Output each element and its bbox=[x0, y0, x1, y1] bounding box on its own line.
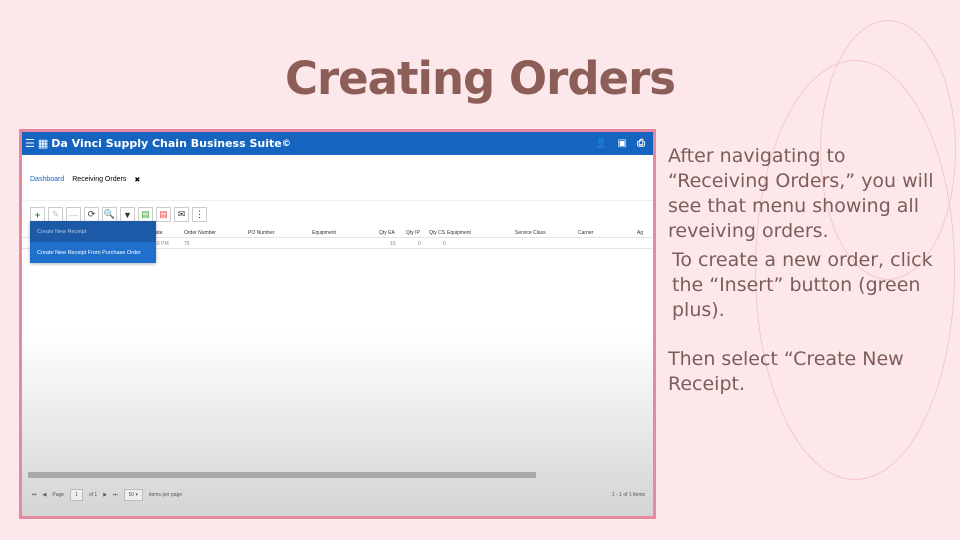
column-header[interactable]: Order Number bbox=[184, 230, 216, 236]
tab-dashboard[interactable]: Dashboard bbox=[30, 176, 64, 183]
print-icon[interactable]: ⎙ bbox=[637, 138, 645, 149]
column-header[interactable]: Qty EA bbox=[379, 230, 395, 236]
cell-qty-ea: 10 bbox=[390, 241, 396, 247]
user-icon[interactable]: 👤 bbox=[595, 138, 607, 149]
next-page-icon[interactable]: ▶ bbox=[103, 492, 107, 498]
prev-page-icon[interactable]: ◀ bbox=[43, 492, 47, 498]
instructions: After navigating to “Receiving Orders,” … bbox=[668, 144, 948, 397]
cell-order-number: 75 bbox=[184, 241, 190, 247]
insert-dropdown-menu: Create New Receipt Create New Receipt Fr… bbox=[30, 221, 156, 263]
slide-title: Creating Orders bbox=[284, 52, 676, 105]
instruction-1: After navigating to “Receiving Orders,” … bbox=[668, 145, 934, 242]
cell-qty-ip: 0 bbox=[418, 241, 421, 247]
copyright-mark: © bbox=[281, 138, 291, 149]
column-header[interactable]: Qty CS bbox=[429, 230, 445, 236]
horizontal-scrollbar[interactable] bbox=[28, 472, 647, 478]
first-page-icon[interactable]: ⏮ bbox=[32, 492, 37, 498]
per-page-label: items per page bbox=[149, 492, 183, 498]
delete-button[interactable]: — bbox=[66, 207, 81, 222]
more-button[interactable]: ⋮ bbox=[192, 207, 207, 222]
pager: ⏮ ◀ Page 1 of 1 ▶ ⏭ 50 ▾ items per page 1 … bbox=[32, 488, 645, 502]
menu-item-create-from-po[interactable]: Create New Receipt From Purchase Order bbox=[30, 242, 156, 263]
column-header[interactable]: PO Number bbox=[248, 230, 274, 236]
cell-qty-cs: 0 bbox=[443, 241, 446, 247]
instruction-2: To create a new order, click the “Insert… bbox=[672, 249, 933, 321]
app-title: Da Vinci Supply Chain Business Suite bbox=[51, 137, 282, 150]
last-page-icon[interactable]: ⏭ bbox=[113, 492, 118, 498]
building-icon[interactable]: ▣ bbox=[618, 138, 627, 149]
items-summary: 1 - 1 of 1 items bbox=[611, 492, 645, 498]
email-button[interactable]: ✉ bbox=[174, 207, 189, 222]
column-header[interactable]: Carrier bbox=[578, 230, 593, 236]
excel-export-button[interactable]: ▤ bbox=[138, 207, 153, 222]
page-input[interactable]: 1 bbox=[70, 489, 83, 501]
app-header: ☰ ▦ Da Vinci Supply Chain Business Suite… bbox=[22, 132, 653, 155]
filter-button[interactable]: ▼ bbox=[120, 207, 135, 222]
refresh-button[interactable]: ⟳ bbox=[84, 207, 99, 222]
grid-icon[interactable]: ▦ bbox=[38, 137, 48, 150]
column-header[interactable]: Ag bbox=[637, 230, 643, 236]
insert-button[interactable]: + bbox=[30, 207, 45, 222]
page-size-value: 50 bbox=[128, 492, 135, 498]
search-button[interactable]: 🔍 bbox=[102, 207, 117, 222]
page-count: of 1 bbox=[88, 492, 98, 498]
instruction-3: Then select “Create New Receipt. bbox=[668, 348, 904, 395]
tab-receiving-orders[interactable]: Receiving Orders bbox=[72, 176, 126, 183]
app-screenshot: ☰ ▦ Da Vinci Supply Chain Business Suite… bbox=[19, 129, 656, 519]
hamburger-icon[interactable]: ☰ bbox=[25, 137, 35, 150]
close-tab-icon[interactable]: ✖ bbox=[134, 176, 140, 184]
scrollbar-thumb[interactable] bbox=[28, 472, 536, 478]
page-size-select[interactable]: 50 ▾ bbox=[123, 489, 144, 501]
column-header[interactable]: Qty IP bbox=[406, 230, 420, 236]
menu-item-create-new-receipt[interactable]: Create New Receipt bbox=[30, 221, 156, 242]
column-header[interactable]: Equipment bbox=[447, 230, 471, 236]
page-label: Page bbox=[52, 492, 65, 498]
edit-button[interactable]: ✎ bbox=[48, 207, 63, 222]
column-header[interactable]: Equipment bbox=[312, 230, 336, 236]
column-header[interactable]: Service Class bbox=[515, 230, 546, 236]
pdf-export-button[interactable]: ▤ bbox=[156, 207, 171, 222]
